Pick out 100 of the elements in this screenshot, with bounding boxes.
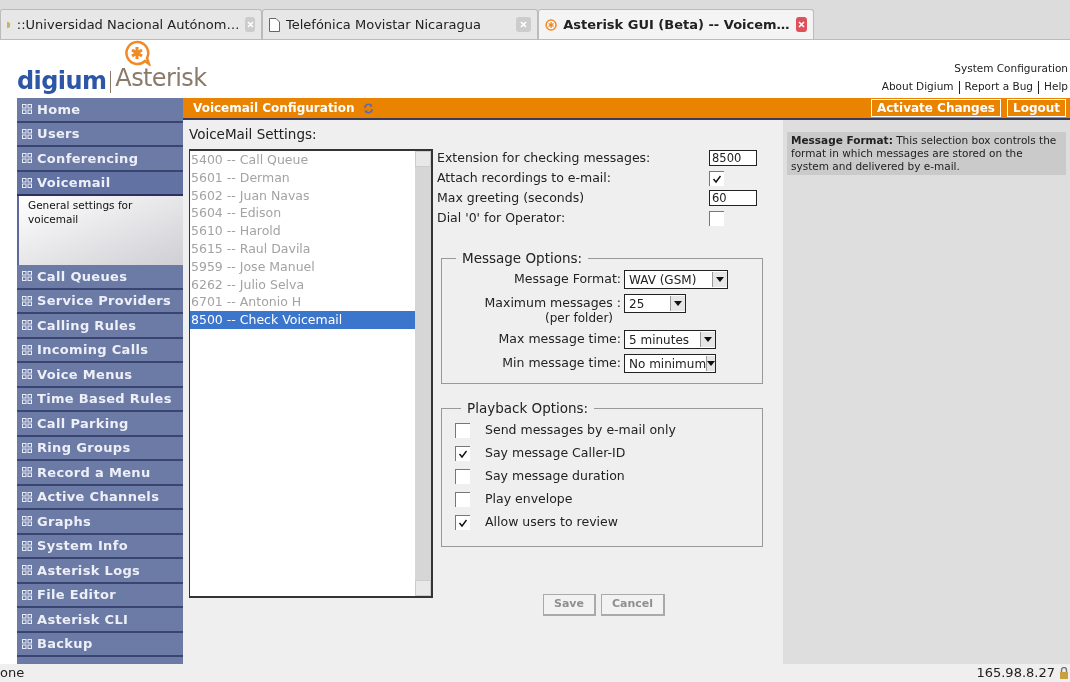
system-title: System Configuration [954,60,1068,76]
checkbox[interactable] [455,468,470,484]
option-label: Play envelope [485,489,573,508]
grid-icon [22,540,32,551]
grid-icon [22,491,32,502]
sidebar-item[interactable]: System Info [17,534,183,559]
grid-icon [22,320,32,331]
sidebar-item[interactable]: Service Providers [17,289,183,314]
sidebar-item[interactable]: File Editor [17,583,183,608]
grid-icon [22,418,32,429]
grid-icon [22,467,32,478]
field-label: Dial '0' for Operator: [437,208,566,227]
dropdown[interactable]: 5 minutes [624,330,716,350]
mailbox-item[interactable]: 5610 -- Harold [190,222,415,240]
checkbox[interactable] [455,514,470,530]
help-text: Message Format: This selection box controls the format in which messages are stored on the system and delivered by e-mail. [791,134,1058,173]
sidebar-item[interactable]: Voicemail [17,171,183,196]
grid-icon [22,565,32,576]
grid-icon [22,442,32,453]
scrollbar[interactable] [415,151,431,596]
asterisk-logo-icon [545,16,558,33]
group-title: Message Options: [461,249,584,268]
field-label: Max message time: [498,330,621,349]
sidebar-item[interactable]: Graphs [17,510,183,535]
sidebar-item[interactable]: Call Queues [17,265,183,290]
header-link[interactable]: About Digium [881,79,954,95]
mailbox-item[interactable]: 6701 -- Antonio H [190,293,415,312]
field-label: Min message time: [502,354,621,373]
grid-icon [22,638,32,649]
dropdown[interactable]: WAV (GSM) [624,270,728,290]
browser-tab[interactable]: Asterisk GUI (Beta) -- Voicem… [538,9,814,39]
asterisk-logo-icon [123,40,152,66]
mailbox-item[interactable]: 5602 -- Juan Navas [190,186,415,205]
sidebar-item[interactable]: Voice Menus [17,363,183,388]
field-sublabel: (per folder) [545,312,614,326]
option-label: Say message duration [485,466,625,485]
sidebar-item[interactable]: Home [17,98,183,123]
mailbox-item[interactable]: 5604 -- Edison [190,204,415,223]
refresh-icon [362,102,374,114]
field-label: Max greeting (seconds) [437,188,585,207]
status-text: one [0,664,25,682]
check-icon [712,173,722,184]
sidebar-item[interactable]: Asterisk CLI [17,608,183,633]
sidebar-item[interactable]: Calling Rules [17,314,183,339]
grid-icon [22,177,32,188]
close-icon[interactable] [795,17,807,32]
mailbox-item[interactable]: 5601 -- Derman [190,168,415,187]
grid-icon [22,589,32,600]
input-field[interactable]: 8500 [709,150,757,166]
browser-tab[interactable]: Telefónica Movistar Nicaragua [262,9,538,39]
option-label: Send messages by e-mail only [485,420,676,439]
grid-icon [22,614,32,625]
section-title: VoiceMail Settings: [189,126,318,142]
grid-icon [22,128,32,139]
grid-icon [22,393,32,404]
group-title: Playback Options: [466,399,590,419]
checkbox[interactable] [709,170,724,186]
mailbox-item[interactable]: 6262 -- Julio Selva [190,275,415,294]
sidebar-item[interactable]: Record a Menu [17,461,183,486]
header-link[interactable]: Help [1044,79,1068,95]
sidebar-item[interactable]: Backup [17,632,183,657]
header-button[interactable]: Activate Changes [870,99,1001,117]
sidebar-item[interactable]: Ring Groups [17,436,183,461]
mailbox-item[interactable]: 8500 -- Check Voicemail [190,311,415,329]
caret-icon [704,337,712,343]
mailbox-item[interactable]: 5615 -- Raul Davila [190,240,415,258]
check-icon [458,517,468,528]
browser-tab[interactable]: ::Universidad Nacional Autónom… [0,9,262,39]
grid-icon [22,271,32,282]
grid-icon [22,369,32,380]
grid-icon [22,295,32,306]
sidebar-item[interactable]: Conferencing [17,147,183,172]
mailbox-item[interactable]: 5959 -- Jose Manuel [190,257,415,276]
field-label: Attach recordings to e-mail: [437,168,612,187]
checkbox[interactable] [455,445,470,461]
sidebar-item[interactable]: Active Channels [17,485,183,510]
sidebar-item[interactable]: Call Parking [17,412,183,437]
option-label: Say message Caller-ID [485,443,626,462]
sidebar-item[interactable]: Incoming Calls [17,338,183,363]
check-icon [458,448,468,459]
checkbox[interactable] [709,210,724,226]
logo-text: Asterisk [115,64,207,92]
mailbox-list[interactable]: 5400 -- Call Queue 5601 -- Derman 5602 -- Juan Navas 5604 -- Edison 5610 -- Harold 5615 -- Raul Davila 5959 -- Jose Manuel 6262 -- Julio Selva 6701 -- Antonio H 8500 -- Check Voicemail [189,149,433,598]
dropdown[interactable]: 25 [624,294,686,314]
input-field[interactable]: 60 [709,190,757,206]
field-label: Message Format: [513,270,621,289]
sidebar-item[interactable]: Time Based Rules [17,387,183,412]
field-label: Maximum messages : [484,294,621,312]
grid-icon [22,104,32,115]
option-label: Allow users to review [485,512,618,531]
mailbox-item[interactable]: 5400 -- Call Queue [190,151,415,169]
header-button[interactable]: Logout [1007,99,1066,117]
sidebar-item[interactable]: Asterisk Logs [17,559,183,584]
checkbox[interactable] [455,491,470,507]
header-link[interactable]: Report a Bug [964,79,1034,95]
checkbox[interactable] [455,422,470,438]
page-icon [269,17,280,32]
dropdown[interactable]: No minimum [624,354,716,374]
sidebar-item[interactable]: Users [17,122,183,147]
caret-icon [716,277,724,283]
